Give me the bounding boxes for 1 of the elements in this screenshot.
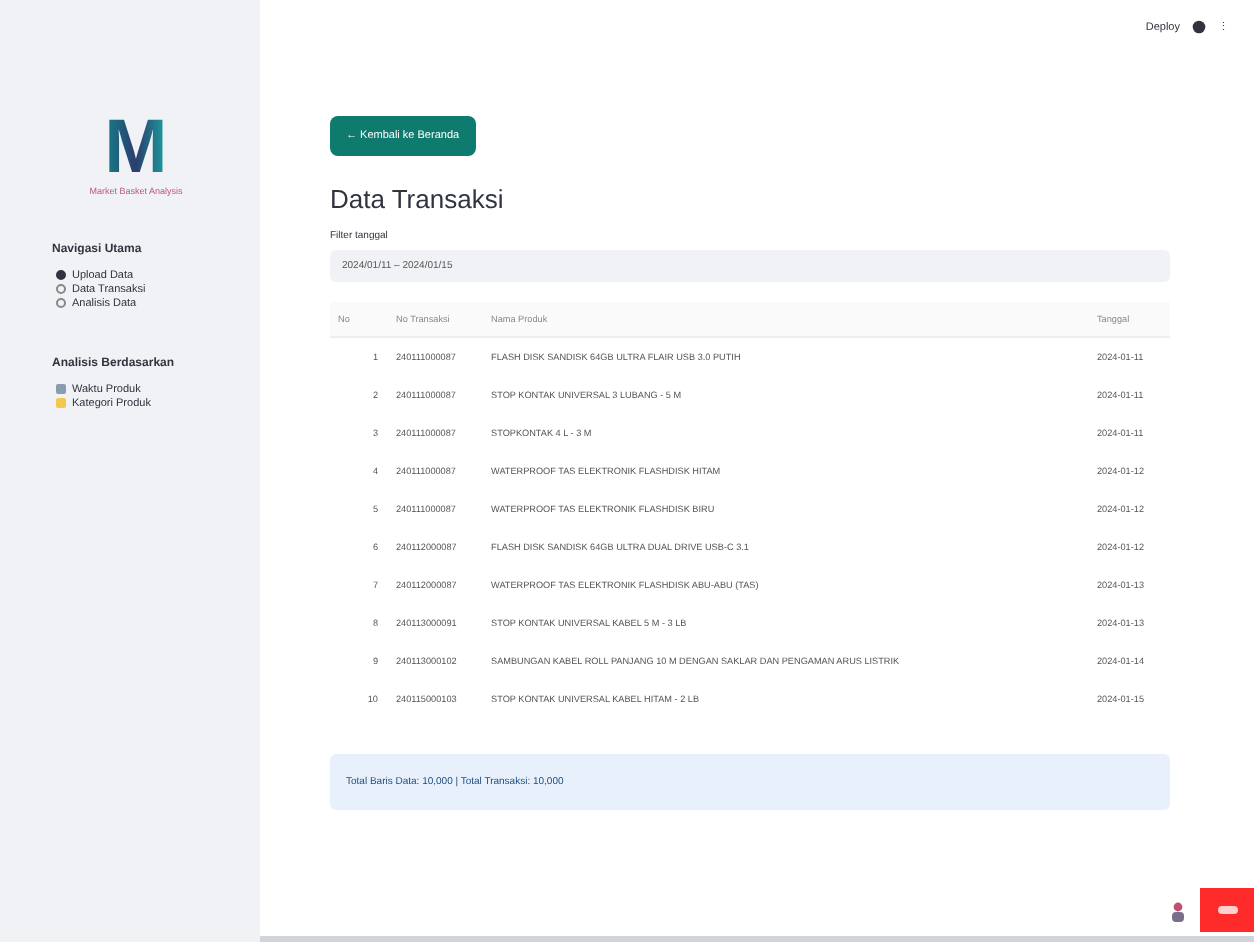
page-title: Data Transaksi — [330, 184, 506, 214]
